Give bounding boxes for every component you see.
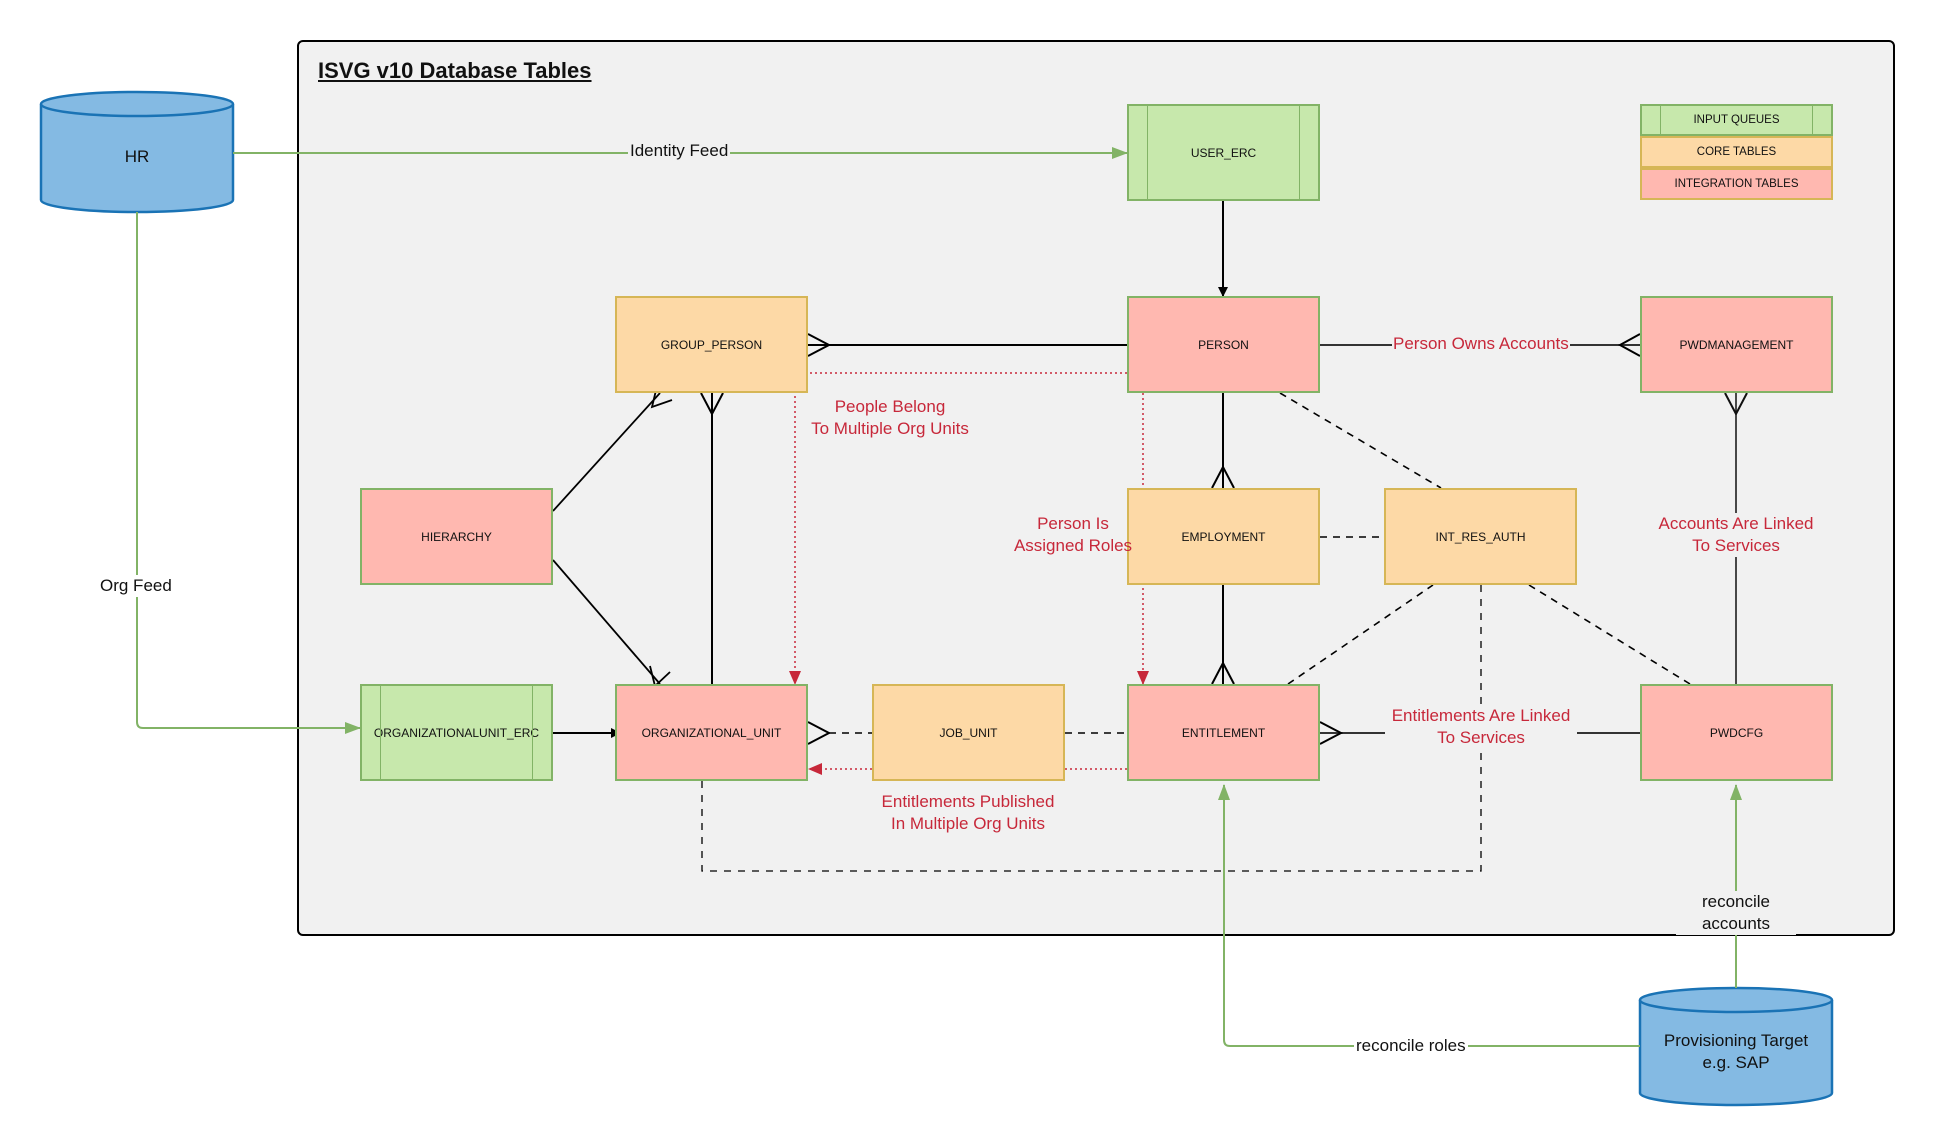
entitlements-published-label: Entitlements Published In Multiple Org U… <box>868 791 1068 835</box>
table-int-res-auth-label: INT_RES_AUTH <box>1435 529 1526 544</box>
legend-integration-tables-label: INTEGRATION TABLES <box>1674 178 1799 190</box>
accounts-linked-label: Accounts Are Linked To Services <box>1646 513 1826 557</box>
table-pwdmanagement-label: PWDMANAGEMENT <box>1679 337 1794 352</box>
hr-label: HR <box>124 147 150 166</box>
entitlements-linked-label: Entitlements Are Linked To Services <box>1385 705 1577 749</box>
person-to-employment-edge <box>1211 393 1235 489</box>
table-person-label: PERSON <box>1198 337 1249 352</box>
provisioning-target-line1: Provisioning Target <box>1663 1031 1809 1050</box>
entitlements-linked-line1: Entitlements Are Linked <box>1391 706 1571 725</box>
org-feed-edge <box>136 212 361 734</box>
hierarchy-to-org-unit-edge <box>552 559 671 688</box>
entitlements-published-line2: In Multiple Org Units <box>891 814 1045 833</box>
legend-input-queues-label: INPUT QUEUES <box>1693 114 1780 126</box>
table-pwdmanagement[interactable]: PWDMANAGEMENT <box>1640 296 1833 393</box>
identity-feed-label: Identity Feed <box>628 140 731 162</box>
entitlements-published-line1: Entitlements Published <box>881 792 1055 811</box>
table-group-person-label: GROUP_PERSON <box>660 337 763 352</box>
table-entitlement-label: ENTITLEMENT <box>1181 725 1266 740</box>
person-owns-accounts-label: Person Owns Accounts <box>1392 333 1570 355</box>
table-pwdcfg-label: PWDCFG <box>1709 725 1764 740</box>
table-employment-label: EMPLOYMENT <box>1181 529 1266 544</box>
table-pwdcfg[interactable]: PWDCFG <box>1640 684 1833 781</box>
table-organizational-unit[interactable]: ORGANIZATIONAL_UNIT <box>615 684 808 781</box>
legend-integration-tables: INTEGRATION TABLES <box>1640 168 1833 200</box>
person-assigned-roles-label: Person Is Assigned Roles <box>1000 513 1146 557</box>
group-person-to-person-edge <box>807 333 1127 357</box>
entitlements-linked-line2: To Services <box>1437 728 1525 747</box>
table-organizational-unit-label: ORGANIZATIONAL_UNIT <box>641 725 782 740</box>
table-user-erc-label: USER_ERC <box>1190 145 1257 160</box>
legend-input-queues: INPUT QUEUES <box>1640 104 1833 136</box>
table-hierarchy[interactable]: HIERARCHY <box>360 488 553 585</box>
employment-to-entitlement-edge <box>1211 585 1235 685</box>
hierarchy-to-group-person-edge <box>552 385 673 512</box>
table-organizationalunit-erc-label: ORGANIZATIONALUNIT_ERC <box>373 725 540 740</box>
reconcile-roles-label: reconcile roles <box>1354 1035 1468 1057</box>
table-entitlement[interactable]: ENTITLEMENT <box>1127 684 1320 781</box>
table-int-res-auth[interactable]: INT_RES_AUTH <box>1384 488 1577 585</box>
provisioning-target-label: Provisioning Target e.g. SAP <box>1640 1030 1832 1074</box>
legend-core-tables-label: CORE TABLES <box>1696 146 1777 158</box>
accounts-linked-line2: To Services <box>1692 536 1780 555</box>
legend-core-tables: CORE TABLES <box>1640 136 1833 168</box>
table-job-unit[interactable]: JOB_UNIT <box>872 684 1065 781</box>
table-organizationalunit-erc[interactable]: ORGANIZATIONALUNIT_ERC <box>360 684 553 781</box>
dashed-relations <box>701 392 1691 872</box>
group-person-to-org-unit-edge <box>700 392 724 684</box>
table-employment[interactable]: EMPLOYMENT <box>1127 488 1320 585</box>
person-assigned-line2: Assigned Roles <box>1013 536 1133 555</box>
org-unit-crowfoot <box>807 721 832 745</box>
reconcile-roles-edge <box>1218 784 1640 1047</box>
reconcile-accounts-label: reconcile accounts <box>1676 891 1796 935</box>
people-belong-label: People Belong To Multiple Org Units <box>790 396 990 440</box>
table-user-erc[interactable]: USER_ERC <box>1127 104 1320 201</box>
people-belong-line1: People Belong <box>834 397 946 416</box>
accounts-linked-line1: Accounts Are Linked <box>1658 514 1814 533</box>
people-belong-line2: To Multiple Org Units <box>811 419 969 438</box>
legend: INPUT QUEUES CORE TABLES INTEGRATION TAB… <box>1640 104 1833 200</box>
provisioning-target-line2: e.g. SAP <box>1702 1053 1770 1072</box>
table-hierarchy-label: HIERARCHY <box>421 529 492 544</box>
table-group-person[interactable]: GROUP_PERSON <box>615 296 808 393</box>
person-assigned-line1: Person Is <box>1037 514 1109 533</box>
org-feed-label: Org Feed <box>98 575 174 597</box>
table-person[interactable]: PERSON <box>1127 296 1320 393</box>
table-job-unit-label: JOB_UNIT <box>939 725 998 740</box>
